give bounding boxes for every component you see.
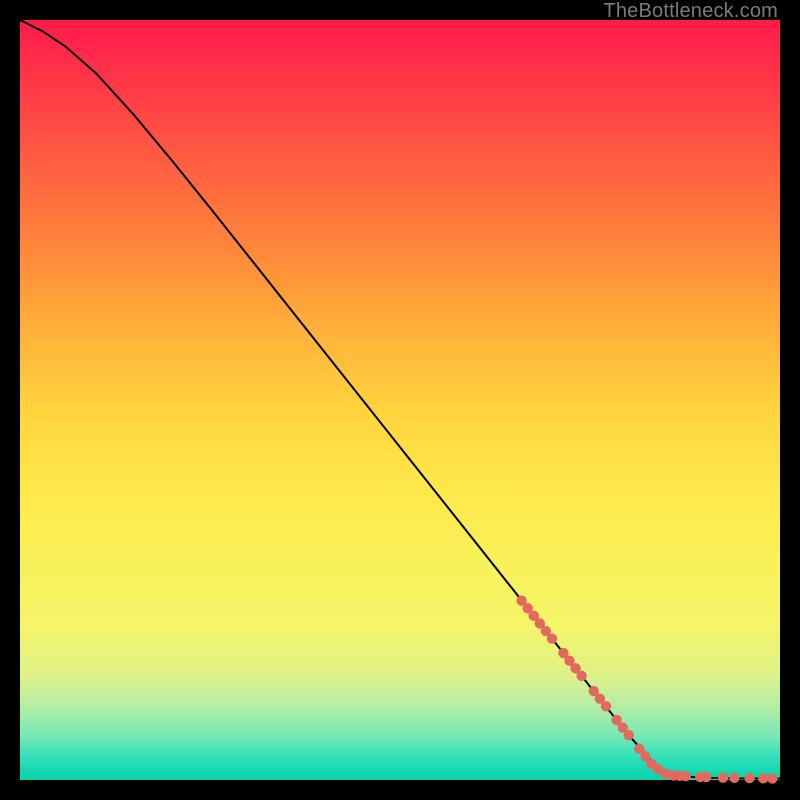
data-markers xyxy=(516,595,777,783)
data-marker xyxy=(701,772,711,782)
data-marker xyxy=(744,773,754,783)
data-marker xyxy=(729,773,739,783)
data-marker xyxy=(718,773,728,783)
data-marker xyxy=(681,771,691,781)
data-marker xyxy=(767,773,777,783)
bottleneck-curve xyxy=(20,20,780,778)
chart-stage: TheBottleneck.com xyxy=(0,0,800,800)
curve-overlay xyxy=(20,20,780,780)
data-marker xyxy=(576,671,586,681)
data-marker xyxy=(547,633,557,643)
data-marker xyxy=(758,773,768,783)
data-marker xyxy=(624,730,634,740)
data-marker xyxy=(601,701,611,711)
